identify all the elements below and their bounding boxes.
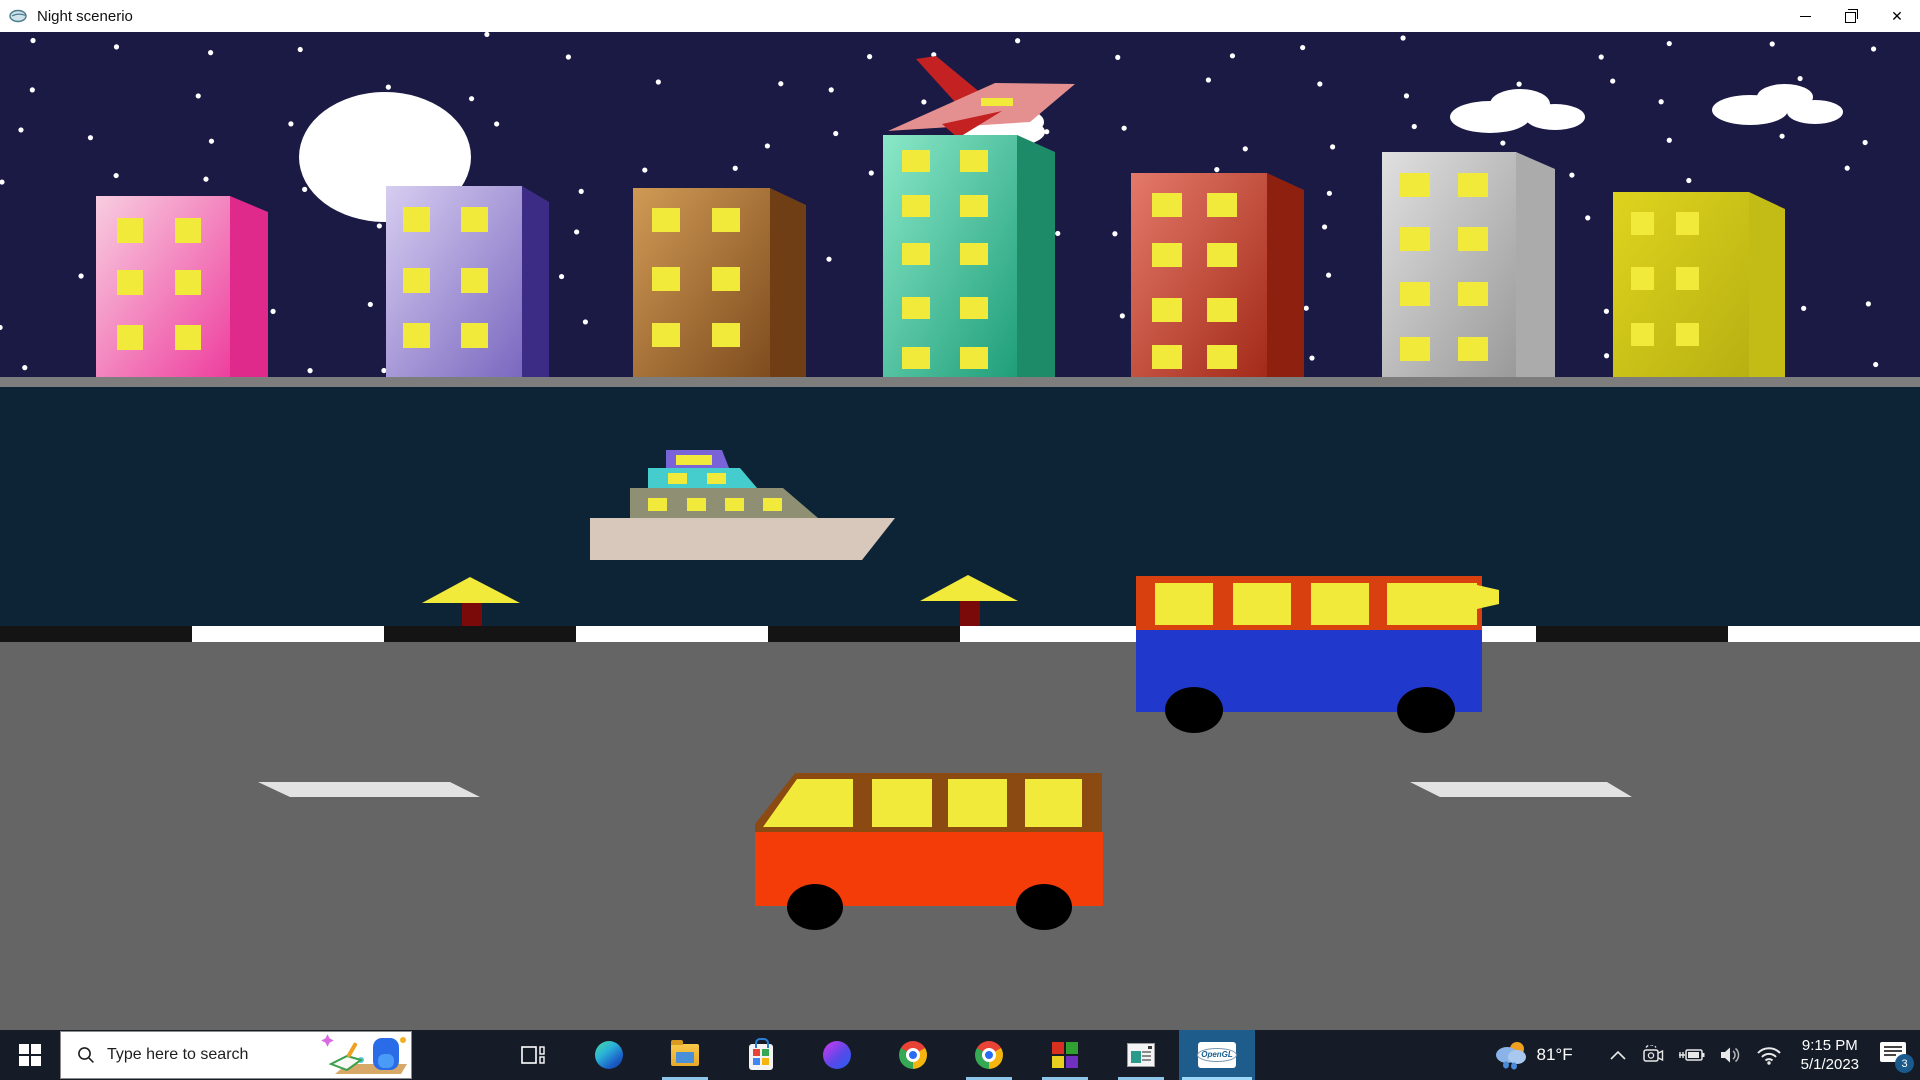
desktop-screen: Night scenerio ✕ Type here to search: [0, 0, 1920, 1080]
building-purple: [386, 186, 549, 377]
clock-date: 5/1/2023: [1801, 1055, 1859, 1075]
night-scene-canvas: [0, 32, 1920, 1030]
window-controls: ✕: [1782, 0, 1920, 32]
minimize-button[interactable]: [1782, 0, 1828, 32]
clock-time: 9:15 PM: [1801, 1036, 1859, 1056]
search-icon: [77, 1046, 95, 1064]
taskbar-dev-squares-button[interactable]: [1027, 1030, 1103, 1080]
colored-squares-icon: [1052, 1042, 1078, 1068]
volume-icon[interactable]: [1719, 1045, 1743, 1065]
taskbar: Type here to search: [0, 1030, 1920, 1080]
opengl-icon: OpenGL: [1198, 1042, 1236, 1068]
app-window-icon: [1127, 1043, 1155, 1067]
building-red: [1131, 173, 1304, 377]
file-explorer-icon: [671, 1044, 699, 1066]
temperature-label: 81°F: [1537, 1045, 1573, 1065]
task-view-icon: [521, 1043, 545, 1067]
windows-logo-icon: [19, 1044, 41, 1066]
battery-charging-icon[interactable]: [1678, 1046, 1706, 1064]
curb: [0, 626, 1920, 642]
office-365-icon: [823, 1041, 851, 1069]
close-button[interactable]: ✕: [1874, 0, 1920, 32]
taskbar-edge-button[interactable]: [571, 1030, 647, 1080]
window-title: Night scenerio: [37, 8, 133, 25]
store-icon: [749, 1044, 773, 1070]
taskbar-chrome-button-2[interactable]: [951, 1030, 1027, 1080]
taskbar-office-button[interactable]: [799, 1030, 875, 1080]
lane-marking: [1410, 782, 1632, 797]
weather-widget[interactable]: 81°F: [1493, 1040, 1573, 1070]
search-input[interactable]: Type here to search: [60, 1031, 412, 1079]
building-yellow: [1613, 192, 1785, 377]
window-titlebar: Night scenerio ✕: [0, 0, 1920, 32]
minimize-icon: [1800, 16, 1811, 17]
clock-widget[interactable]: 9:15 PM 5/1/2023: [1801, 1036, 1859, 1075]
chrome-icon: [975, 1041, 1003, 1069]
start-button[interactable]: [0, 1030, 60, 1080]
sidewalk-strip: [0, 377, 1920, 387]
taskbar-file-explorer-button[interactable]: [647, 1030, 723, 1080]
taskbar-app-window-button[interactable]: [1103, 1030, 1179, 1080]
close-icon: ✕: [1891, 9, 1903, 23]
building-pink: [96, 196, 268, 377]
building-brown: [633, 188, 806, 377]
blue-bus: [1136, 576, 1499, 733]
search-daily-doodle: [317, 1030, 409, 1078]
taskbar-opengl-button[interactable]: OpenGL: [1179, 1030, 1255, 1080]
taskbar-store-button[interactable]: [723, 1030, 799, 1080]
opengl-app-icon: [9, 9, 29, 23]
weather-icon: [1493, 1040, 1529, 1070]
taskbar-apps: OpenGL: [495, 1030, 1255, 1080]
restore-button[interactable]: [1828, 0, 1874, 32]
chrome-icon: [899, 1041, 927, 1069]
edge-icon: [595, 1041, 623, 1069]
tray-overflow-chevron[interactable]: [1608, 1047, 1628, 1063]
lane-marking: [258, 782, 480, 797]
wifi-icon[interactable]: [1756, 1045, 1782, 1065]
notification-count-badge: 3: [1895, 1054, 1914, 1073]
task-view-button[interactable]: [495, 1030, 571, 1080]
search-placeholder: Type here to search: [107, 1046, 248, 1064]
restore-icon: [1845, 12, 1856, 23]
system-tray: 81°F: [1493, 1030, 1920, 1080]
meet-now-camera-icon[interactable]: [1641, 1045, 1665, 1065]
taskbar-chrome-button-1[interactable]: [875, 1030, 951, 1080]
action-center-button[interactable]: 3: [1878, 1038, 1912, 1072]
building-teal: [883, 135, 1055, 377]
building-gray: [1382, 152, 1555, 377]
